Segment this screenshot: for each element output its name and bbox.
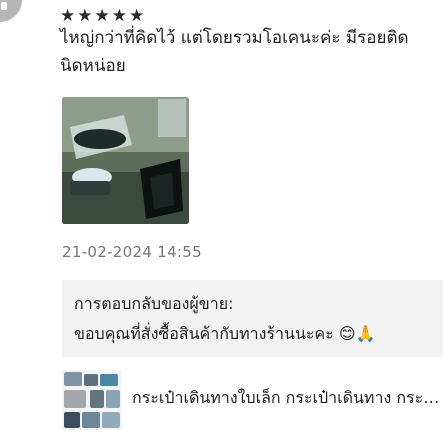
product-title[interactable]: กระเป๋าเดินทางใบเล็ก กระเป๋าเดินทาง กระเ… <box>132 386 443 411</box>
rating-stars: ★★★★★ <box>60 6 147 26</box>
user-silhouette-icon <box>1 2 7 10</box>
review-photo[interactable] <box>62 97 189 224</box>
seller-reply-title: การตอบกลับของผู้ขาย: <box>74 294 234 313</box>
review-photo-image <box>62 97 189 224</box>
seller-reply-text: ขอบคุณที่สั่งซื้อสินค้ากับทางร้านนะคะ 😊🙏 <box>74 324 376 343</box>
product-thumbnail[interactable] <box>62 370 122 430</box>
product-card[interactable]: กระเป๋าเดินทางใบเล็ก กระเป๋าเดินทาง กระเ… <box>62 366 443 443</box>
seller-reply: การตอบกลับของผู้ขาย: ขอบคุณที่สั่งซื้อสิ… <box>62 280 443 357</box>
product-thumbnail-image <box>62 370 122 430</box>
review-text: ไหญ่กว่าที่คิดไว้ แต่โดยรวมโอเคนะค่ะ มีร… <box>60 28 409 76</box>
avatar[interactable] <box>0 0 22 22</box>
review-timestamp: 21-02-2024 14:55 <box>62 243 202 261</box>
